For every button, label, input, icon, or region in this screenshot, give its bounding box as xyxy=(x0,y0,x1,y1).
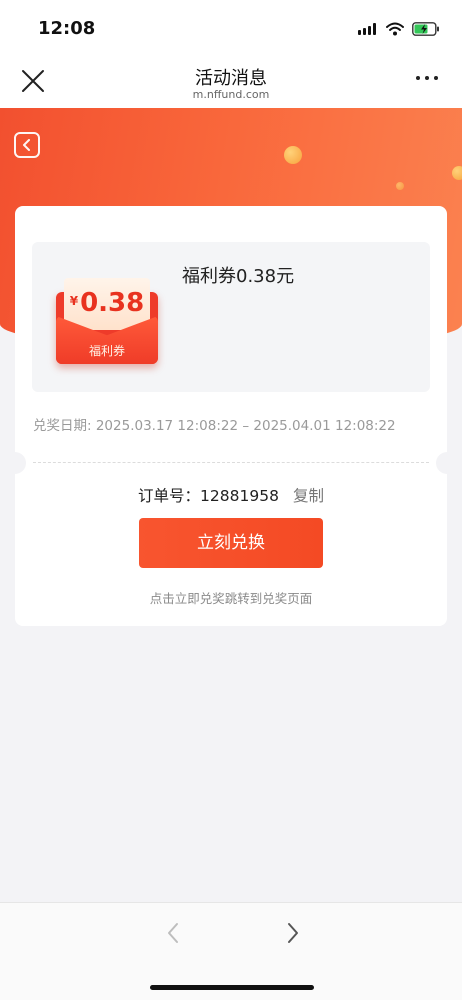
copy-button[interactable]: 复制 xyxy=(293,487,324,505)
redeem-button[interactable]: 立刻兑换 xyxy=(139,518,323,568)
decoration-dot xyxy=(284,146,302,164)
browser-toolbar xyxy=(0,902,462,1000)
coupon-tag: 福利券 xyxy=(88,344,125,358)
ticket-notch-left xyxy=(4,452,26,474)
ticket-notch-right xyxy=(436,452,458,474)
order-number: 12881958 xyxy=(200,487,279,505)
page-title: 活动消息 xyxy=(195,68,267,89)
decoration-dot xyxy=(396,182,404,190)
coupon-amount: ¥0.38 xyxy=(56,288,158,318)
back-icon[interactable] xyxy=(14,132,40,158)
status-time: 12:08 xyxy=(38,18,96,39)
decoration-dot xyxy=(452,166,462,180)
amount-value: 0.38 xyxy=(80,288,145,318)
coupon-box: ¥0.38 福利券 福利券0.38元 xyxy=(32,242,430,392)
battery-charging-icon xyxy=(412,21,440,36)
coupon-title: 福利券0.38元 xyxy=(182,266,295,287)
page-url: m.nffund.com xyxy=(192,88,270,101)
wifi-icon xyxy=(386,21,404,36)
coupon-card: ¥0.38 福利券 福利券0.38元 兑奖日期: 2025.03.17 12:0… xyxy=(4,206,458,626)
status-bar: 12:08 xyxy=(0,0,462,44)
signal-icon xyxy=(358,23,378,35)
red-envelope-icon: ¥0.38 福利券 xyxy=(56,278,158,364)
chevron-right-icon[interactable] xyxy=(282,921,302,945)
redeem-hint: 点击立即兑奖跳转到兑奖页面 xyxy=(149,591,313,606)
more-icon[interactable] xyxy=(416,74,440,82)
order-row: 订单号：12881958 复制 xyxy=(15,484,447,506)
order-label: 订单号： xyxy=(138,487,201,505)
home-indicator[interactable] xyxy=(150,985,314,990)
dashed-divider xyxy=(33,462,429,463)
currency-symbol: ¥ xyxy=(69,294,79,308)
redeem-date: 兑奖日期: 2025.03.17 12:08:22 – 2025.04.01 1… xyxy=(33,418,396,434)
nav-bar: 活动消息 m.nffund.com xyxy=(0,44,462,108)
chevron-left-icon[interactable] xyxy=(164,921,184,945)
